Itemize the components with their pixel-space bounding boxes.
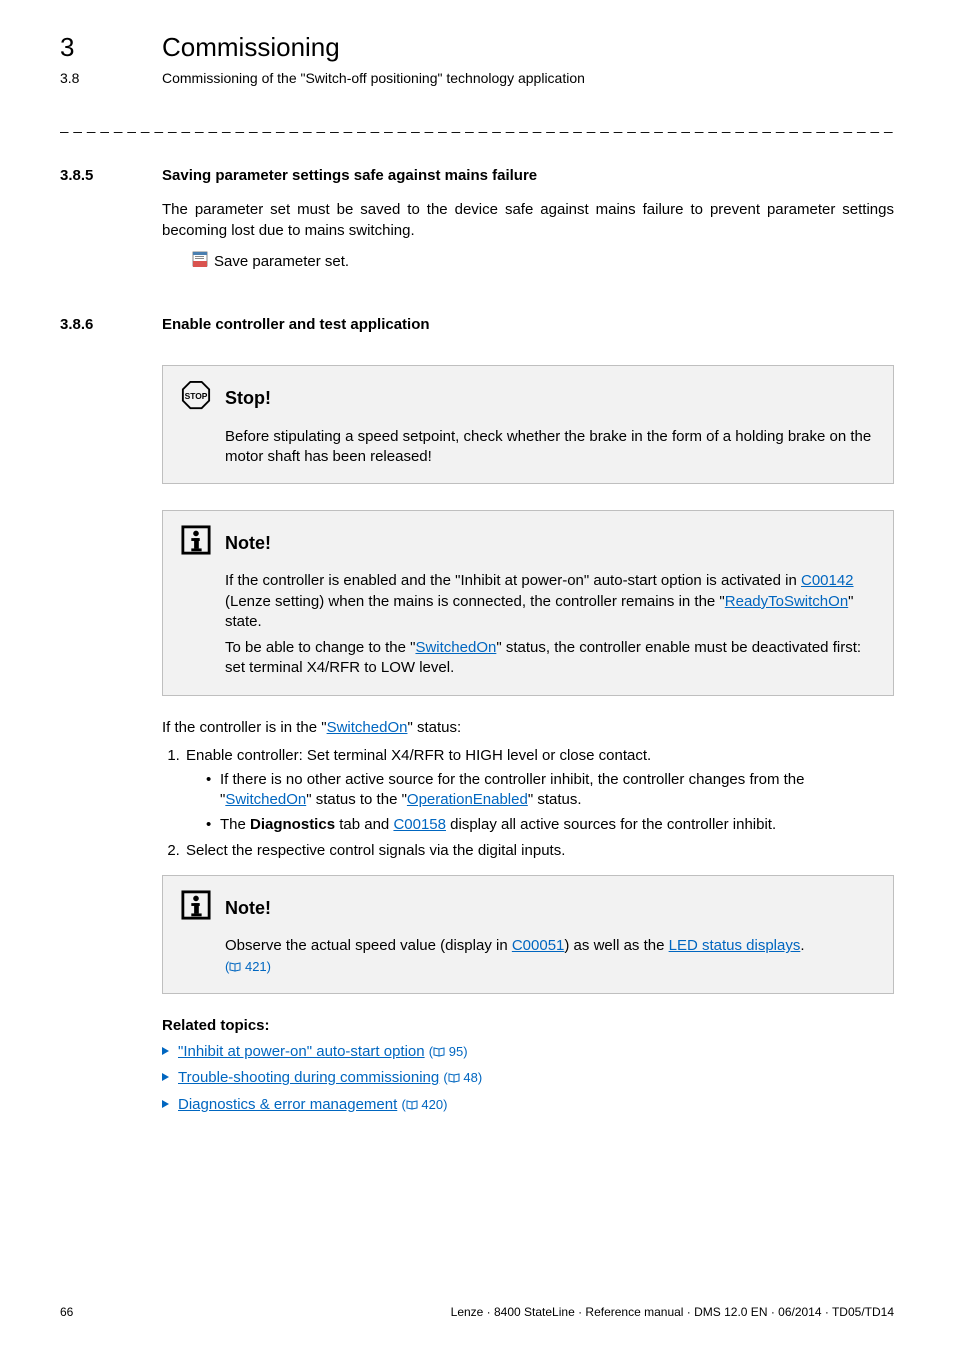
divider: _ _ _ _ _ _ _ _ _ _ _ _ _ _ _ _ _ _ _ _ … [60, 116, 894, 136]
chapter-title: Commissioning [162, 30, 340, 65]
body-text: If the controller is in the "SwitchedOn"… [162, 718, 894, 738]
subsection-title: Saving parameter settings safe against m… [162, 166, 537, 186]
list-item: Trouble-shooting during commissioning ( … [162, 1068, 894, 1088]
list-item: Diagnostics & error management ( 420) [162, 1095, 894, 1115]
callout-title: Note! [225, 896, 271, 920]
save-label: Save parameter set. [214, 252, 349, 272]
callout-body: Before stipulating a speed setpoint, che… [225, 427, 875, 468]
link-led-status[interactable]: LED status displays [669, 937, 801, 954]
link-switchedon[interactable]: SwitchedOn [415, 639, 496, 656]
link-c00158[interactable]: C00158 [393, 816, 446, 833]
section-title: Commissioning of the "Switch-off positio… [162, 69, 585, 88]
link-related[interactable]: Trouble-shooting during commissioning [178, 1069, 439, 1086]
link-related[interactable]: "Inhibit at power-on" auto-start option [178, 1043, 425, 1060]
link-switchedon[interactable]: SwitchedOn [327, 719, 408, 736]
callout-body: If the controller is enabled and the "In… [225, 571, 875, 632]
list-item: The Diagnostics tab and C00158 display a… [206, 815, 894, 835]
note-callout: Note! If the controller is enabled and t… [162, 510, 894, 696]
info-icon [181, 890, 211, 926]
subsection-number: 3.8.6 [60, 315, 162, 335]
page-ref[interactable]: ( 48) [443, 1070, 482, 1085]
link-operationenabled[interactable]: OperationEnabled [407, 791, 528, 808]
note-callout: Note! Observe the actual speed value (di… [162, 875, 894, 994]
link-related[interactable]: Diagnostics & error management [178, 1096, 397, 1113]
steps-list: Enable controller: Set terminal X4/RFR t… [162, 746, 894, 861]
link-c00051[interactable]: C00051 [512, 937, 565, 954]
related-title: Related topics: [162, 1016, 894, 1036]
save-icon [192, 251, 214, 273]
svg-text:STOP: STOP [185, 391, 208, 401]
subsection-title: Enable controller and test application [162, 315, 430, 335]
page-ref[interactable]: ( 421) [225, 959, 271, 974]
page-ref[interactable]: ( 420) [401, 1097, 447, 1112]
chapter-number: 3 [60, 30, 162, 65]
info-icon [181, 525, 211, 561]
stop-icon: STOP [181, 380, 211, 416]
list-item: If there is no other active source for t… [206, 770, 894, 811]
stop-callout: STOP Stop! Before stipulating a speed se… [162, 365, 894, 484]
link-readytoswitchon[interactable]: ReadyToSwitchOn [725, 593, 848, 610]
body-text: The parameter set must be saved to the d… [162, 200, 894, 241]
list-item: Select the respective control signals vi… [184, 841, 894, 861]
footer-info: Lenze · 8400 StateLine · Reference manua… [451, 1304, 894, 1320]
related-list: "Inhibit at power-on" auto-start option … [162, 1042, 894, 1115]
list-item: Enable controller: Set terminal X4/RFR t… [184, 746, 894, 835]
callout-title: Stop! [225, 386, 271, 410]
list-item: "Inhibit at power-on" auto-start option … [162, 1042, 894, 1062]
page-ref[interactable]: ( 95) [429, 1044, 468, 1059]
page-number: 66 [60, 1304, 73, 1320]
callout-body: Observe the actual speed value (display … [225, 936, 875, 977]
callout-body: To be able to change to the "SwitchedOn"… [225, 638, 875, 679]
subsection-number: 3.8.5 [60, 166, 162, 186]
link-switchedon[interactable]: SwitchedOn [225, 791, 306, 808]
link-c00142[interactable]: C00142 [801, 572, 854, 589]
section-number: 3.8 [60, 69, 162, 88]
callout-title: Note! [225, 531, 271, 555]
